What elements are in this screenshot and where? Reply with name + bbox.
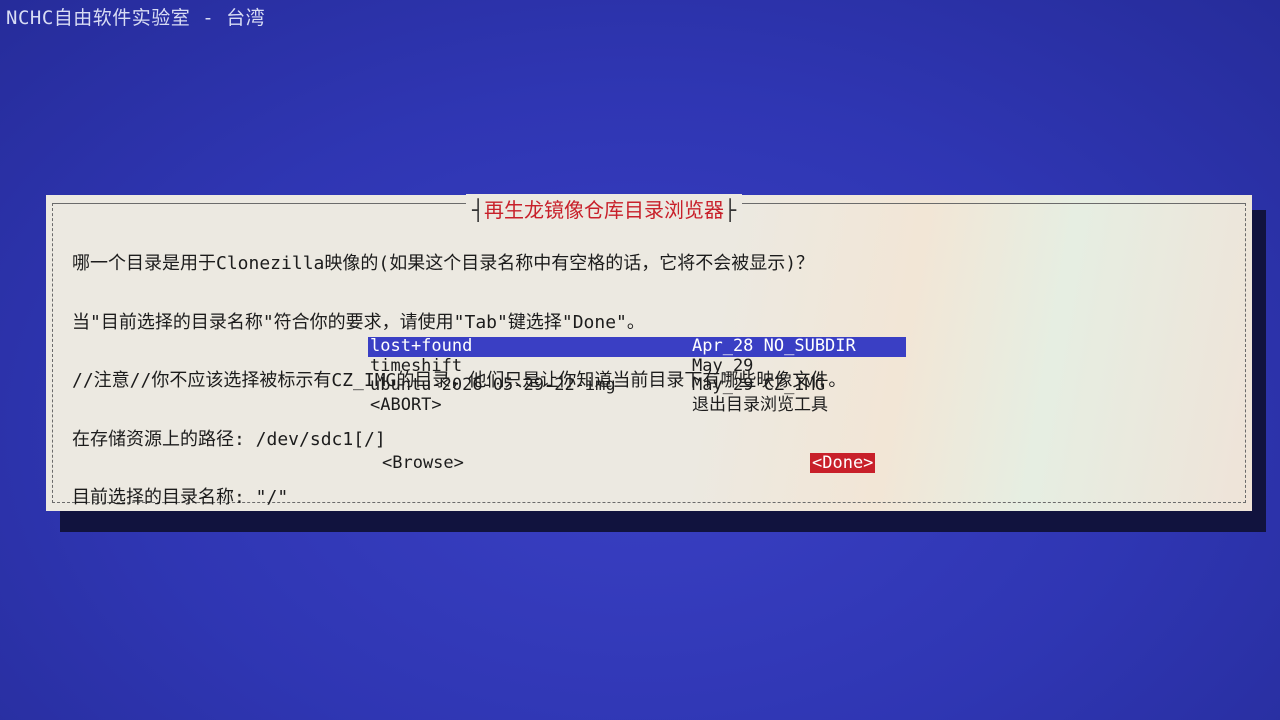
message-line-path: 在存储资源上的路径: /dev/sdc1[/]: [72, 428, 386, 450]
list-item-info: Apr_28 NO_SUBDIR: [692, 336, 856, 356]
list-item-timeshift[interactable]: timeshift May_29: [368, 355, 906, 377]
list-item-ubuntu-img[interactable]: ubuntu-2026-05-29-22-img May_29 CZ_IMG: [368, 375, 906, 396]
message-line-instruction: 当"目前选择的目录名称"符合你的要求，请使用"Tab"键选择"Done"。: [72, 311, 645, 333]
list-item-info: 退出目录浏览工具: [692, 394, 828, 415]
list-item-info: May_29: [692, 355, 754, 376]
done-button[interactable]: <Done>: [810, 453, 876, 473]
list-item-abort[interactable]: <ABORT> 退出目录浏览工具: [368, 394, 906, 416]
list-item-name: ubuntu-2026-05-29-22-img: [370, 375, 616, 395]
button-bar: <Browse> <Done>: [46, 453, 1252, 475]
message-line-question: 哪一个目录是用于Clonezilla映像的(如果这个目录名称中有空格的话，它将不…: [72, 253, 815, 274]
list-item-info: May_29 CZ_IMG: [692, 375, 826, 395]
list-item-lost-found[interactable]: lost+found Apr_28 NO_SUBDIR: [368, 336, 906, 357]
list-item-name: <ABORT>: [370, 394, 442, 415]
browse-button[interactable]: <Browse>: [380, 453, 466, 473]
directory-browser-dialog: ┤再生龙镜像仓库目录浏览器├ 哪一个目录是用于Clonezilla映像的(如果这…: [46, 194, 1252, 511]
message-line-current-dir: 目前选择的目录名称: "/": [72, 487, 289, 508]
directory-list[interactable]: lost+found Apr_28 NO_SUBDIR timeshift Ma…: [368, 336, 906, 416]
list-item-name: lost+found: [370, 336, 473, 356]
list-item-name: timeshift: [370, 355, 463, 376]
backtitle: NCHC自由软件实验室 - 台湾: [6, 7, 266, 29]
